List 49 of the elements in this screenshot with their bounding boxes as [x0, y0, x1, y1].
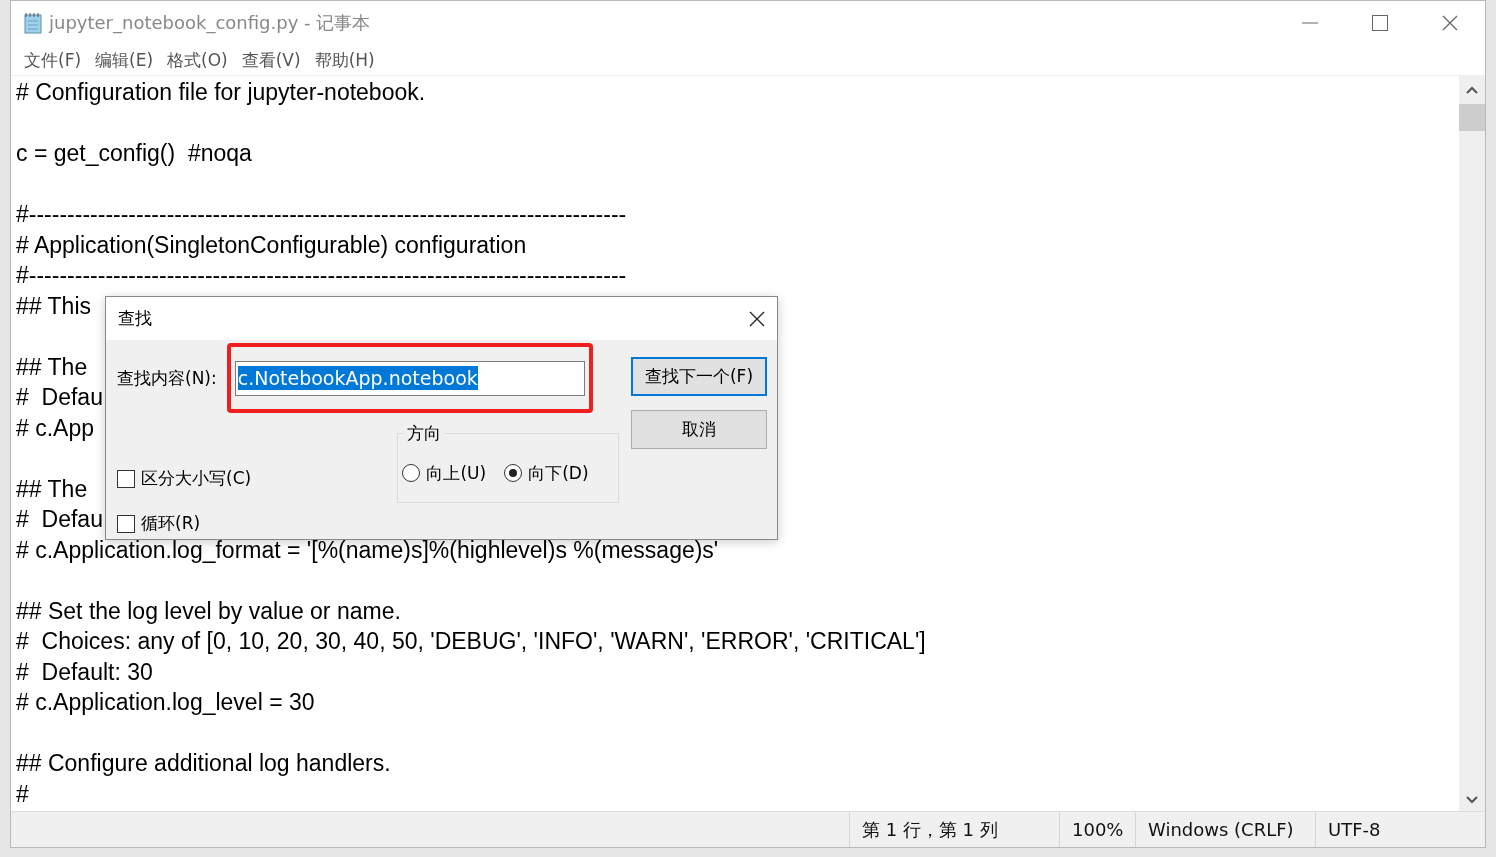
code-line: #------------------------------------------------------------------------------ [16, 200, 627, 229]
option-label: 循环(R) [141, 512, 201, 535]
radio-label: 向上(U) [426, 461, 487, 485]
radio-button[interactable] [504, 464, 523, 482]
status-cell: 第 1 行，第 1 列 [849, 812, 1059, 847]
notepad-icon [23, 12, 43, 34]
code-line: #------------------------------------------------------------------------------ [16, 261, 627, 290]
code-line: # Choices: any of [0, 10, 20, 30, 40, 50, 'DEBUG', 'INFO', 'WARN', 'ERROR', 'CRITICAL'] [16, 627, 926, 656]
code-line: ## Configure additional log handlers. [16, 749, 391, 778]
checkbox[interactable] [117, 514, 135, 533]
code-line: # Application(SingletonConfigurable) configuration [16, 230, 527, 260]
scroll-down-icon[interactable] [1465, 795, 1479, 805]
status-cell: UTF-8 [1315, 812, 1485, 847]
code-line: ## This [16, 291, 91, 321]
status-cell: Windows (CRLF) [1135, 812, 1315, 847]
code-line: # Default: 30 [16, 657, 153, 687]
code-line: ## The [16, 352, 88, 382]
scroll-thumb[interactable] [1459, 104, 1485, 131]
code-line: # c.Application.log_level = 30 [16, 688, 315, 717]
status-cell: 100% [1059, 812, 1135, 847]
window-title: jupyter_notebook_config.py - 记事本 [49, 11, 371, 35]
menu-item[interactable]: 文件(F) [17, 48, 89, 72]
code-line: # Configuration file for jupyter-notebook. [16, 78, 426, 107]
find-next-button[interactable]: 查找下一个(F) [631, 357, 767, 396]
find-field[interactable]: c.NotebookApp.notebook [234, 360, 585, 396]
find-label: 查找内容(N): [117, 366, 217, 390]
code-line: # c.Application.log_format = '[%(name)s]%(highlevel)s %(message)s' [16, 535, 719, 565]
maximize-icon[interactable] [1372, 15, 1388, 31]
checkbox[interactable] [117, 469, 135, 488]
group-label: 方向 [404, 422, 445, 445]
code-line: # [16, 779, 29, 809]
menu-item[interactable]: 编辑(E) [88, 48, 161, 72]
cancel-button[interactable]: 取消 [631, 410, 767, 449]
code-line: c = get_config() #noqa [16, 139, 252, 168]
dialog-title: 查找 [118, 307, 152, 330]
option-label: 区分大小写(C) [141, 467, 252, 490]
menu-item[interactable]: 格式(O) [160, 48, 235, 72]
code-line: ## The [16, 474, 88, 504]
scroll-up-icon[interactable] [1465, 85, 1479, 95]
menu-item[interactable]: 帮助(H) [307, 48, 382, 72]
menu-item[interactable]: 查看(V) [234, 48, 308, 72]
code-line: # Defau [16, 505, 103, 534]
code-line: ## Set the log level by value or name. [16, 596, 401, 626]
scrollbar[interactable] [1459, 76, 1485, 811]
close-icon[interactable] [749, 310, 765, 327]
code-line: # Defau [16, 383, 103, 412]
radio-label: 向下(D) [528, 461, 589, 485]
radio-button[interactable] [402, 464, 421, 482]
code-line: # c.App [16, 413, 94, 443]
